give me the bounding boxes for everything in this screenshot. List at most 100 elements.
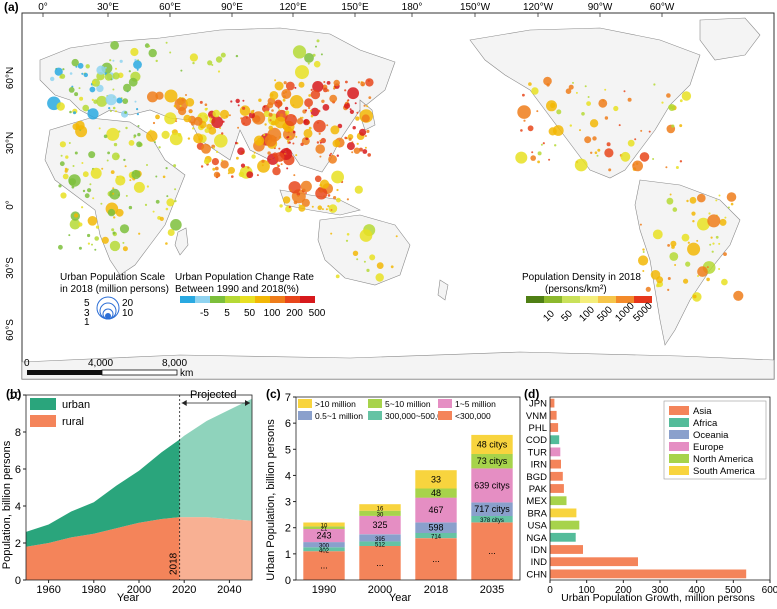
growth-bar [550,484,564,493]
growth-bar [550,557,638,567]
city-dot [329,94,338,103]
legend-swatch [669,454,689,463]
city-dot [87,233,91,238]
city-dot [95,225,100,229]
city-dot [523,119,526,122]
city-dot [200,165,204,168]
city-dot [212,109,221,118]
city-dot [548,158,551,161]
city-dot [706,277,710,282]
city-dot [128,205,133,210]
city-dot [723,252,727,256]
city-dot [292,142,295,145]
city-dot [310,114,314,118]
city-dot [369,254,376,261]
legend-swatch [669,418,689,427]
projected-annotation: Projected [190,389,236,401]
country-label: PHL [529,423,547,434]
change-color-swatch [210,296,225,303]
growth-bar [550,496,567,506]
city-dot [211,158,219,166]
x-tick-label: 2040 [217,584,241,596]
city-dot [333,79,340,87]
city-dot [289,189,292,192]
city-dot [297,194,300,197]
city-dot [359,229,373,242]
lon-label: 90°W [588,2,613,13]
city-dot [107,151,110,155]
city-dot [81,72,84,75]
city-dot [122,246,128,252]
city-dot [158,146,161,149]
city-dot [721,278,728,286]
city-dot [78,87,81,90]
lon-label: 90°E [221,2,243,13]
city-dot [668,104,676,111]
city-dot [639,223,642,226]
y-tick-label: 3 [285,497,291,509]
city-dot [515,151,528,164]
chart-b-ylabel: Population, billion persons [1,440,13,569]
city-dot [207,60,213,66]
city-dot [169,51,172,54]
city-dot [112,72,120,80]
city-dot [183,114,191,123]
legend-swatch [438,411,452,420]
city-dot [710,236,713,239]
city-dot [209,116,212,119]
city-dot [314,175,322,183]
city-dot [246,171,254,179]
city-dot [185,98,195,107]
city-dot [669,193,672,196]
city-dot [639,152,650,162]
city-dot [74,151,78,155]
city-dot [116,97,123,104]
city-dot [711,250,714,253]
city-dot [94,248,97,251]
city-dot [319,139,322,143]
y-tick-label: 4 [15,501,21,513]
city-dot [330,209,333,211]
city-dot [310,109,312,112]
density-legend-title-2: (persons/km²) [545,284,607,295]
city-dot [349,109,354,114]
lon-label: 120°W [523,2,554,13]
city-dot [319,179,330,189]
city-dot [301,116,304,119]
legend-swatch [669,442,689,451]
city-dot [243,122,245,125]
city-dot [542,142,545,145]
city-dot [579,129,581,132]
city-dot [272,166,281,176]
city-dot [336,188,339,192]
legend-swatch [298,411,312,420]
legend-label: 1~5 million [455,399,496,409]
city-dot [706,266,709,269]
city-dot [330,232,333,235]
growth-bar [550,545,583,554]
city-dot [58,184,62,188]
city-dot [235,98,240,104]
stack-label: ... [488,546,496,556]
city-dot [348,137,352,141]
city-dot [292,130,296,134]
city-dot [303,118,310,126]
country-label: CHN [526,569,547,580]
city-dot [174,199,177,203]
map-panel-label: (a) [4,0,19,14]
city-dot [666,93,671,98]
growth-bar [550,410,557,420]
city-dot [671,124,675,128]
y-tick-label: 0 [15,575,21,587]
city-dot [133,60,142,69]
city-dot [556,109,562,115]
city-dot [642,248,645,251]
city-dot [107,208,116,217]
city-dot [332,139,341,148]
city-dot [537,160,540,164]
city-dot [128,77,138,87]
city-dot [204,128,210,134]
city-dot [81,206,84,209]
city-dot [64,167,68,171]
city-dot [199,100,203,104]
